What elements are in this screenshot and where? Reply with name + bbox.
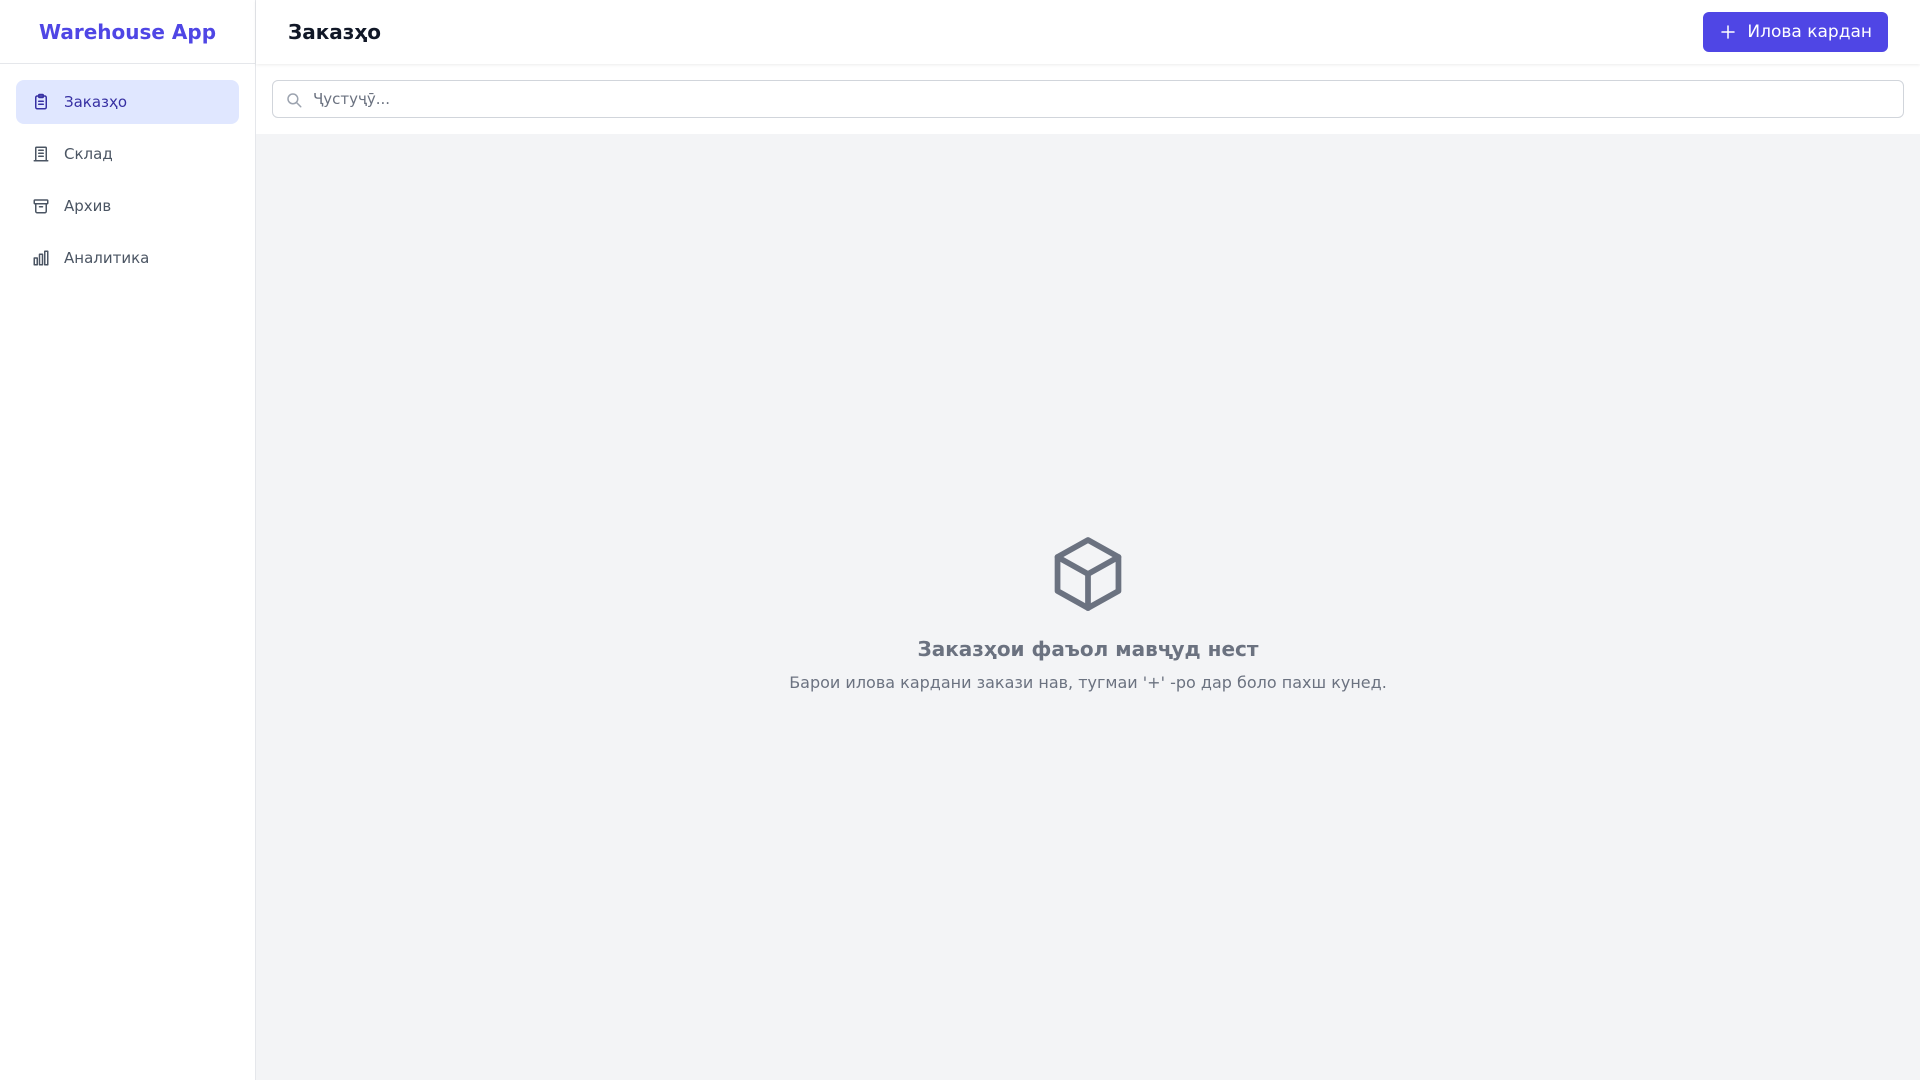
page-title: Заказҳо xyxy=(288,20,382,44)
add-button-label: Илова кардан xyxy=(1747,22,1872,42)
bar-chart-icon xyxy=(32,249,50,267)
main-area: Заказҳо Илова кардан Ҷустуҷӯ... Заказҳои… xyxy=(256,0,1920,1080)
sidebar: Warehouse App Заказҳо Склад Архив Аналит… xyxy=(0,0,256,1080)
sidebar-item-analytics[interactable]: Аналитика xyxy=(16,236,239,280)
search-bar xyxy=(256,64,1920,134)
search-field xyxy=(272,80,1904,118)
sidebar-item-label: Аналитика xyxy=(64,249,150,267)
sidebar-item-label: Заказҳо xyxy=(64,93,128,111)
sidebar-nav: Заказҳо Склад Архив Аналитика xyxy=(0,64,255,296)
sidebar-item-orders[interactable]: Заказҳо xyxy=(16,80,239,124)
app-root: Warehouse App Заказҳо Склад Архив Аналит… xyxy=(0,0,1920,1080)
empty-state-title: Заказҳои фаъол мавҷуд нест xyxy=(917,636,1259,661)
brand-logo[interactable]: Warehouse App xyxy=(0,0,255,64)
clipboard-icon xyxy=(32,93,50,111)
sidebar-item-warehouse[interactable]: Склад xyxy=(16,132,239,176)
cube-icon xyxy=(1045,531,1131,617)
top-bar: Заказҳо Илова кардан xyxy=(256,0,1920,64)
sidebar-item-archive[interactable]: Архив xyxy=(16,184,239,228)
sidebar-item-label: Архив xyxy=(64,197,112,215)
sidebar-item-label: Склад xyxy=(64,145,113,163)
plus-icon xyxy=(1719,23,1737,41)
empty-state-description: Барои илова кардани закази нав, тугмаи '… xyxy=(789,672,1387,692)
search-icon xyxy=(285,91,303,109)
building-icon xyxy=(32,145,50,163)
add-button[interactable]: Илова кардан xyxy=(1703,12,1888,52)
content-area: Заказҳои фаъол мавҷуд нест Барои илова к… xyxy=(256,134,1920,1080)
empty-state: Заказҳои фаъол мавҷуд нест Барои илова к… xyxy=(789,531,1387,692)
search-input[interactable] xyxy=(273,81,1903,117)
archive-icon xyxy=(32,197,50,215)
